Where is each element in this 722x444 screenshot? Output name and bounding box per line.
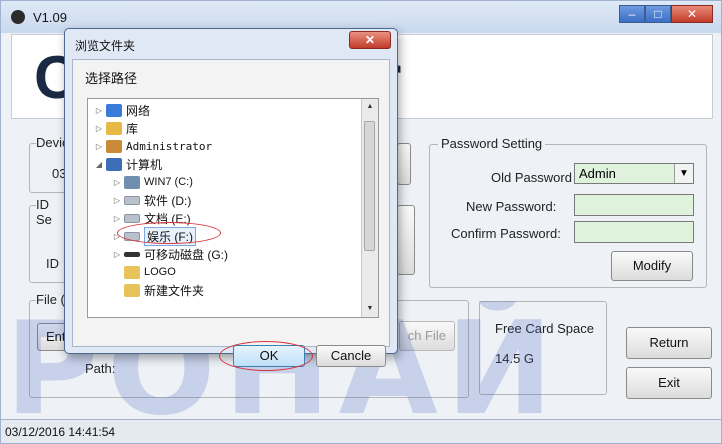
free-space-label: Free Card Space xyxy=(495,321,594,336)
tree-item-network[interactable]: ▷ 网络 xyxy=(94,101,150,119)
drive-icon xyxy=(124,195,140,205)
drive-icon xyxy=(124,231,140,241)
free-space-group xyxy=(479,301,607,395)
tree-item-administrator[interactable]: ▷ Administrator xyxy=(94,137,212,155)
dialog-close-button[interactable]: ✕ xyxy=(349,31,391,49)
expand-arrow-icon[interactable]: ▷ xyxy=(112,196,122,205)
tree-scrollbar[interactable]: ▲ ▼ xyxy=(361,99,378,317)
status-datetime: 03/12/2016 14:41:54 xyxy=(5,425,116,439)
status-bar: 03/12/2016 14:41:54 xyxy=(1,419,721,443)
tree-item-label: 新建文件夹 xyxy=(144,283,205,298)
tree-item-logo[interactable]: LOGO xyxy=(112,263,176,281)
tree-item-drive-c[interactable]: ▷ WIN7 (C:) xyxy=(112,173,193,191)
ok-button[interactable]: OK xyxy=(233,345,305,367)
window-controls: – □ ✕ xyxy=(619,5,713,23)
window-title: V1.09 xyxy=(33,10,67,25)
tree-item-label: 计算机 xyxy=(126,157,163,172)
user-folder-icon xyxy=(106,139,122,153)
path-label: Path: xyxy=(85,361,116,376)
tree-item-new-folder[interactable]: 新建文件夹 xyxy=(112,281,204,299)
dialog-prompt: 选择路径 xyxy=(85,71,138,86)
new-password-field[interactable] xyxy=(574,194,694,216)
confirm-password-label: Confirm Password: xyxy=(451,226,561,241)
chevron-down-icon[interactable]: ▼ xyxy=(674,164,693,183)
old-password-label: Old Password xyxy=(491,170,572,185)
minimize-button[interactable]: – xyxy=(619,5,645,23)
scroll-down-icon[interactable]: ▼ xyxy=(362,301,378,317)
search-file-button[interactable]: ch File xyxy=(399,321,455,351)
tree-item-label: LOGO xyxy=(144,266,176,278)
tree-item-computer[interactable]: ◢ 计算机 xyxy=(94,155,162,173)
tree-item-drive-e[interactable]: ▷ 文档 (E:) xyxy=(112,209,191,227)
tree-item-label: 库 xyxy=(126,121,139,136)
exit-button[interactable]: Exit xyxy=(626,367,712,399)
tree-item-label: WIN7 (C:) xyxy=(144,176,193,188)
browse-folder-dialog: 浏览文件夹 ✕ 选择路径 ▷ 网络 ▷ 库 ▷ Administrator ◢ xyxy=(64,28,398,371)
enter-button[interactable]: Ent xyxy=(37,323,67,351)
tree-item-label: 文档 (E:) xyxy=(144,211,191,226)
tree-item-label: Administrator xyxy=(126,139,213,153)
tree-item-label: 可移动磁盘 (G:) xyxy=(144,247,228,262)
id-group: ID Se ID xyxy=(29,197,69,283)
tree-item-drive-d[interactable]: ▷ 软件 (D:) xyxy=(112,191,191,209)
collapse-arrow-icon[interactable]: ◢ xyxy=(94,160,104,169)
tree-item-drive-f[interactable]: ▷ 娱乐 (F:) xyxy=(112,226,196,246)
tree-item-label: 网络 xyxy=(126,103,151,118)
free-space-value: 14.5 G xyxy=(495,351,535,366)
folder-icon xyxy=(124,265,140,279)
drive-icon xyxy=(124,213,140,223)
folder-icon xyxy=(124,283,140,297)
maximize-button[interactable]: □ xyxy=(645,5,671,23)
old-password-value: Admin xyxy=(579,166,616,181)
tree-item-drive-g[interactable]: ▷ 可移动磁盘 (G:) xyxy=(112,245,228,263)
expand-arrow-icon[interactable]: ▷ xyxy=(112,232,122,241)
id-action-button[interactable] xyxy=(397,205,415,275)
computer-icon xyxy=(106,157,122,171)
expand-arrow-icon[interactable]: ▷ xyxy=(112,250,122,259)
expand-arrow-icon[interactable]: ▷ xyxy=(94,142,104,151)
dialog-title: 浏览文件夹 xyxy=(75,39,136,53)
cancel-button[interactable]: Cancle xyxy=(316,345,386,367)
device-group: Devic 03 xyxy=(29,135,69,193)
old-password-select[interactable]: Admin ▼ xyxy=(574,163,694,184)
expand-arrow-icon[interactable]: ▷ xyxy=(94,106,104,115)
device-action-button[interactable] xyxy=(397,143,411,185)
library-icon xyxy=(106,121,122,135)
dialog-body: 选择路径 ▷ 网络 ▷ 库 ▷ Administrator ◢ 计算机 ▷ WI… xyxy=(72,59,390,371)
expand-arrow-icon[interactable]: ▷ xyxy=(94,124,104,133)
tree-item-library[interactable]: ▷ 库 xyxy=(94,119,138,137)
return-button[interactable]: Return xyxy=(626,327,712,359)
close-button[interactable]: ✕ xyxy=(671,5,713,23)
expand-arrow-icon[interactable]: ▷ xyxy=(112,178,122,187)
tree-item-label: 软件 (D:) xyxy=(144,193,192,208)
file-group-legend: File ( xyxy=(36,292,65,307)
folder-tree[interactable]: ▷ 网络 ▷ 库 ▷ Administrator ◢ 计算机 ▷ WIN7 (C… xyxy=(87,98,379,318)
id-label: ID xyxy=(46,256,59,271)
tree-item-label: 娱乐 (F:) xyxy=(144,226,196,246)
scroll-up-icon[interactable]: ▲ xyxy=(362,99,378,115)
system-drive-icon xyxy=(124,175,140,189)
password-setting-legend: Password Setting xyxy=(438,136,546,151)
expand-arrow-icon[interactable]: ▷ xyxy=(112,214,122,223)
new-password-label: New Password: xyxy=(466,199,557,214)
app-icon xyxy=(11,10,25,24)
network-icon xyxy=(106,103,122,117)
scroll-thumb[interactable] xyxy=(364,121,375,251)
confirm-password-field[interactable] xyxy=(574,221,694,243)
usb-drive-icon xyxy=(124,251,140,257)
modify-button[interactable]: Modify xyxy=(611,251,693,281)
